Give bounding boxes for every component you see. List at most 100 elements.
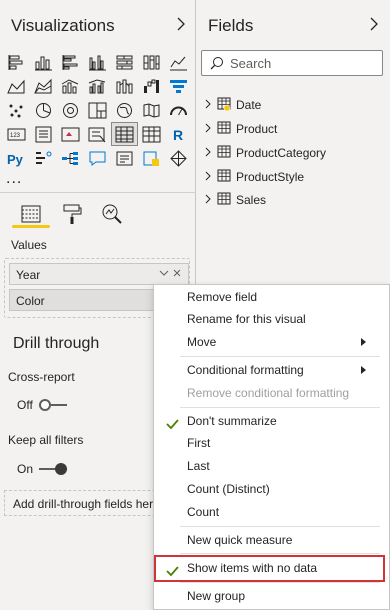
ribbon-chart-icon[interactable]: [111, 74, 138, 98]
chevron-right-icon[interactable]: [204, 98, 214, 113]
area-chart-icon[interactable]: [3, 74, 30, 98]
chevron-right-icon[interactable]: [204, 122, 214, 137]
filled-map-icon[interactable]: [138, 98, 165, 122]
qa-icon[interactable]: [84, 146, 111, 170]
collapse-chevron-icon[interactable]: [367, 14, 381, 34]
search-input[interactable]: [230, 54, 378, 72]
menu-item-remove-field[interactable]: Remove field: [154, 286, 390, 308]
menu-item-rename[interactable]: Rename for this visual: [154, 308, 390, 330]
table-icon: [217, 169, 231, 186]
field-chip-label: Color: [16, 294, 45, 308]
chevron-right-icon[interactable]: [204, 146, 214, 161]
map-icon[interactable]: [111, 98, 138, 122]
python-visual-icon[interactable]: Py: [3, 146, 30, 170]
funnel-chart-icon[interactable]: [165, 74, 192, 98]
table-name: Sales: [236, 193, 267, 207]
analytics-magnifier-icon[interactable]: [100, 202, 124, 226]
search-icon: [210, 56, 224, 75]
menu-item-count[interactable]: Count: [154, 501, 390, 523]
stacked-bar-chart-icon[interactable]: [3, 50, 30, 74]
r-script-visual-icon[interactable]: R: [165, 122, 192, 146]
toggle-switch[interactable]: [38, 399, 67, 411]
values-label: Values: [11, 238, 47, 252]
menu-item-new-quick-measure[interactable]: New quick measure: [154, 529, 390, 551]
fields-title: Fields: [208, 16, 254, 35]
table-icon: [217, 121, 231, 138]
toggle-state-text: Off: [17, 398, 33, 412]
menu-item-label: Count: [187, 505, 220, 519]
card-icon[interactable]: 123: [3, 122, 30, 146]
menu-item-conditional-formatting[interactable]: Conditional formatting: [154, 359, 390, 381]
field-table-productcategory[interactable]: ProductCategory: [204, 142, 326, 164]
menu-item-remove-conditional-formatting: Remove conditional formatting: [154, 382, 390, 404]
keep-all-filters-toggle[interactable]: On: [17, 462, 68, 476]
menu-item-first[interactable]: First: [154, 432, 390, 454]
stacked-column-chart-icon[interactable]: [30, 50, 57, 74]
calendar-table-icon: [217, 97, 231, 114]
menu-item-show-items-with-no-data[interactable]: Show items with no data: [154, 557, 390, 579]
svg-text:123: 123: [10, 133, 21, 139]
toggle-switch[interactable]: [39, 463, 68, 475]
menu-item-label: New group: [187, 589, 246, 603]
fields-tab-icon[interactable]: [19, 202, 43, 226]
clustered-column-chart-icon[interactable]: [84, 50, 111, 74]
chevron-right-icon[interactable]: [204, 193, 214, 208]
power-apps-icon[interactable]: [165, 146, 192, 170]
chip-actions: [158, 266, 184, 285]
field-chip-year[interactable]: Year: [9, 263, 189, 285]
visualizations-header: Visualizations: [0, 0, 195, 52]
menu-item-label: Move: [187, 335, 217, 349]
waterfall-chart-icon[interactable]: [138, 74, 165, 98]
menu-item-label: Remove conditional formatting: [187, 386, 350, 400]
table-icon[interactable]: [111, 122, 138, 146]
menu-item-move[interactable]: Move: [154, 331, 390, 353]
menu-item-last[interactable]: Last: [154, 455, 390, 477]
field-table-productstyle[interactable]: ProductStyle: [204, 166, 304, 188]
cross-report-label: Cross-report: [8, 370, 75, 384]
chevron-right-icon[interactable]: [204, 170, 214, 185]
collapse-chevron-icon[interactable]: [174, 14, 188, 34]
menu-separator: [180, 553, 380, 554]
menu-item-new-group[interactable]: New group: [154, 585, 390, 607]
field-context-menu: Remove field Rename for this visual Move…: [153, 284, 390, 610]
menu-item-label: Count (Distinct): [187, 482, 270, 496]
100-stacked-bar-chart-icon[interactable]: [111, 50, 138, 74]
menu-item-dont-summarize[interactable]: Don't summarize: [154, 410, 390, 432]
smart-narrative-icon[interactable]: [111, 146, 138, 170]
visualizations-title: Visualizations: [11, 16, 115, 35]
line-chart-icon[interactable]: [165, 50, 192, 74]
menu-item-label: Last: [187, 459, 210, 473]
field-table-product[interactable]: Product: [204, 118, 277, 140]
field-table-date[interactable]: Date: [204, 94, 261, 116]
pie-chart-icon[interactable]: [30, 98, 57, 122]
menu-item-label: New quick measure: [187, 533, 293, 547]
gauge-icon[interactable]: [165, 98, 192, 122]
clustered-bar-chart-icon[interactable]: [57, 50, 84, 74]
toggle-state-text: On: [17, 462, 34, 476]
treemap-icon[interactable]: [84, 98, 111, 122]
line-and-clustered-column-chart-icon[interactable]: [84, 74, 111, 98]
kpi-icon[interactable]: [57, 122, 84, 146]
donut-chart-icon[interactable]: [57, 98, 84, 122]
key-influencers-icon[interactable]: [30, 146, 57, 170]
100-stacked-column-chart-icon[interactable]: [138, 50, 165, 74]
menu-item-label: Rename for this visual: [187, 312, 306, 326]
slicer-icon[interactable]: [84, 122, 111, 146]
cross-report-toggle[interactable]: Off: [17, 398, 67, 412]
menu-item-count-distinct[interactable]: Count (Distinct): [154, 478, 390, 500]
format-paint-roller-icon[interactable]: [60, 202, 84, 226]
matrix-icon[interactable]: [138, 122, 165, 146]
checkmark-icon: [166, 562, 179, 584]
menu-separator: [180, 356, 380, 357]
keep-all-filters-label: Keep all filters: [8, 433, 84, 447]
pane-divider: [0, 192, 196, 193]
paginated-report-icon[interactable]: [138, 146, 165, 170]
field-table-sales[interactable]: Sales: [204, 189, 266, 211]
scatter-chart-icon[interactable]: [3, 98, 30, 122]
line-and-stacked-column-chart-icon[interactable]: [57, 74, 84, 98]
multi-row-card-icon[interactable]: [30, 122, 57, 146]
stacked-area-chart-icon[interactable]: [30, 74, 57, 98]
more-visuals-button[interactable]: ...: [6, 170, 22, 188]
decomposition-tree-icon[interactable]: [57, 146, 84, 170]
fields-search-box[interactable]: [201, 50, 383, 76]
